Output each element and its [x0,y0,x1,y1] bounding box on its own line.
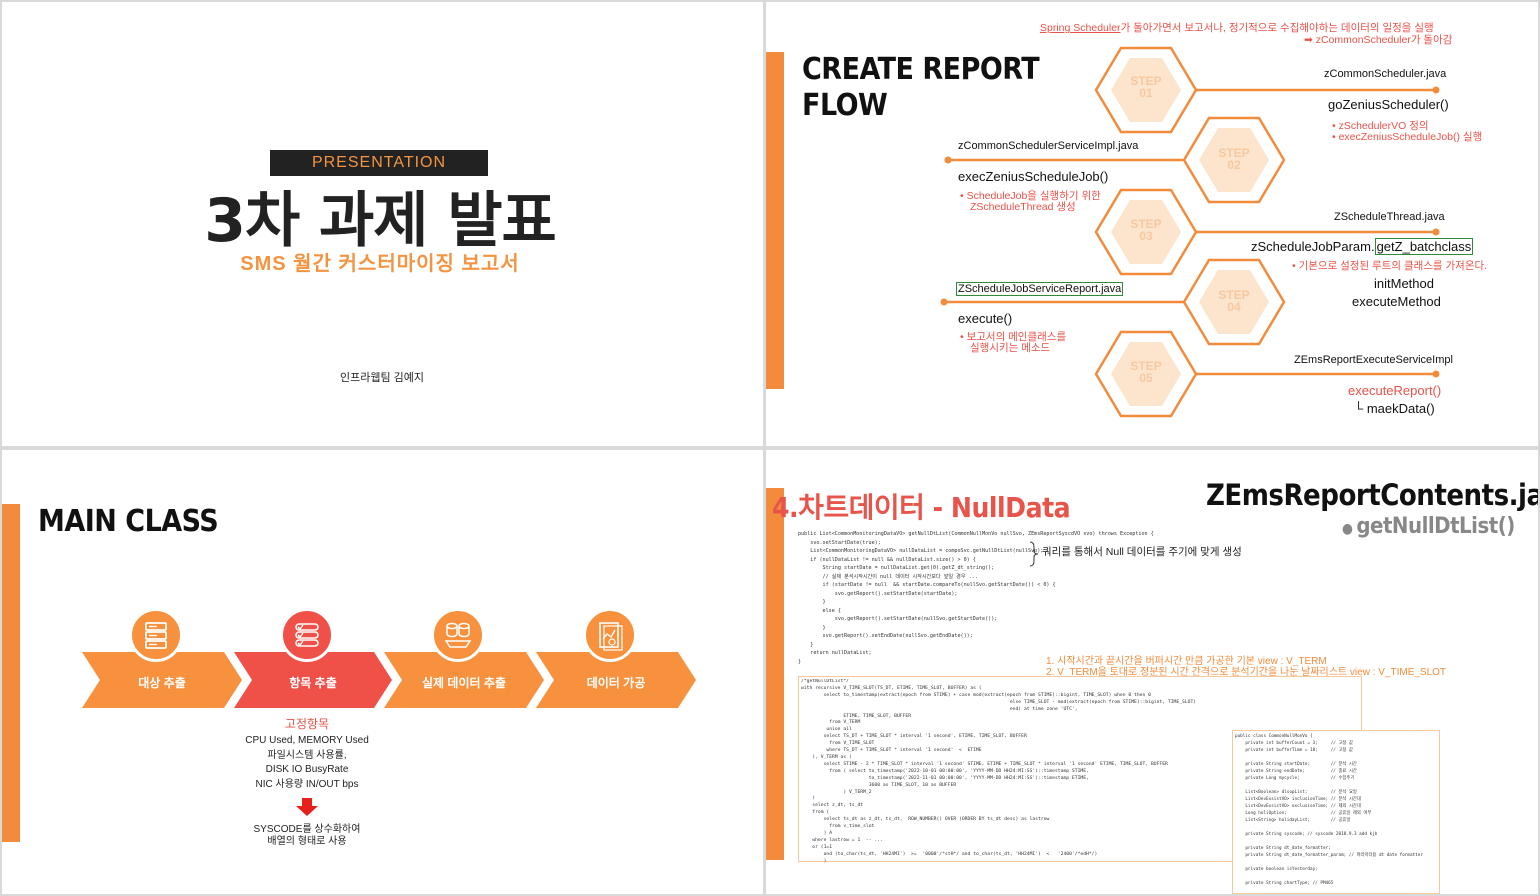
step1-circle [129,608,183,662]
server-icon [145,622,167,649]
step4-method: execute() [958,311,1013,326]
step5-label: STEP 05 [1130,359,1162,385]
report-icon [599,622,623,651]
step1-method: goZeniusScheduler() [1328,97,1449,112]
step3-file: ZScheduleThread.java [1334,211,1445,223]
fixed-item: NIC 사용량 IN/OUT bps [255,778,359,790]
step3-init-method: initMethod [1374,276,1434,291]
step1-label: STEP 01 [1130,74,1162,100]
main-title: 3차 과제 발표 [204,186,557,256]
step1-note-2: • execZeniusScheduleJob() 실행 [1332,131,1483,143]
step5-dot [1432,370,1440,378]
slide-2-report-flow[interactable]: CREATE REPORT FLOW Spring Scheduler가 돌아가… [766,2,1538,446]
database-icon [444,622,472,648]
step3-circle [431,608,485,662]
slide-3-main-class[interactable]: MAIN CLASS 대상 추출 항목 추출 실제 데이터 추출 데이터 가공 … [2,450,763,894]
syscode-note: SYSCODE를 상수화하여 배열의 형태로 사용 [253,824,361,847]
step2-note-2: ZScheduleThread 생성 [970,201,1076,213]
step2-method: execZeniusScheduleJob() [958,169,1109,184]
slide-1-title[interactable]: PRESENTATION 3차 과제 발표 SMS 월간 커스터마이징 보고서 … [2,2,763,446]
step5-method: executeReport() [1348,383,1442,398]
step4-circle [583,608,637,662]
fixed-items-title: 고정항목 [284,717,330,731]
step2-circle [280,608,334,662]
vo-code: public class CommonNullMonVo { private i… [1235,734,1423,886]
step2-file: zCommonSchedulerServiceImpl.java [958,140,1139,152]
step3-label: STEP 03 [1130,217,1162,243]
step2-label: STEP 02 [1218,146,1250,172]
author-name: 인프라웹팀 김예지 [339,372,424,384]
step3-method: zScheduleJobParam. getZ_batchclass [1251,238,1474,255]
step3-dot [1432,228,1440,236]
vo-code-box: public class CommonNullMonVo { private i… [1232,730,1440,894]
slide-sorter-grid: PRESENTATION 3차 과제 발표 SMS 월간 커스터마이징 보고서 … [0,0,1540,896]
fixed-item: 파일시스템 사용률, [267,749,347,761]
fixed-item: CPU Used, MEMORY Used [245,735,369,746]
step5-sub-method: └ maekData() [1354,401,1435,416]
step4-note-2: 실행시키는 메소드 [970,342,1051,354]
step4-dot [940,298,948,306]
down-arrow [296,798,318,816]
fixed-item: DISK IO BusyRate [265,764,349,775]
step4-label: STEP 04 [1218,288,1250,314]
step3-execute-method: executeMethod [1352,294,1441,309]
subtitle: SMS 월간 커스터마이징 보고서 [240,253,520,275]
step1-file: zCommonScheduler.java [1324,68,1447,80]
step1-text: 대상 추출 [138,676,186,690]
step4-text: 데이터 가공 [586,676,646,690]
batchclass-highlight: getZ_batchclass [1374,238,1474,255]
step4-file: ZScheduleJobServiceReport.java [956,282,1124,296]
step2-dot [944,156,952,164]
step5-file: ZEmsReportExecuteServiceImpl [1294,354,1453,366]
checklist-icon [295,623,319,647]
callout-1: 쿼리를 통해서 Null 데이터를 주기에 맞게 생성 [1042,546,1242,558]
step2-text: 항목 추출 [289,676,337,690]
step3-text: 실제 데이터 추출 [422,676,506,690]
step3-note: • 기본으로 설정된 루트의 클래스를 가져온다. [1292,260,1488,272]
step1-dot [1432,86,1440,94]
fixed-items-list: CPU Used, MEMORY Used 파일시스템 사용률, DISK IO… [227,734,387,792]
slide-4-null-data[interactable]: 4.차트데이터 - NullData ZEmsReportContents.ja… [766,450,1538,894]
